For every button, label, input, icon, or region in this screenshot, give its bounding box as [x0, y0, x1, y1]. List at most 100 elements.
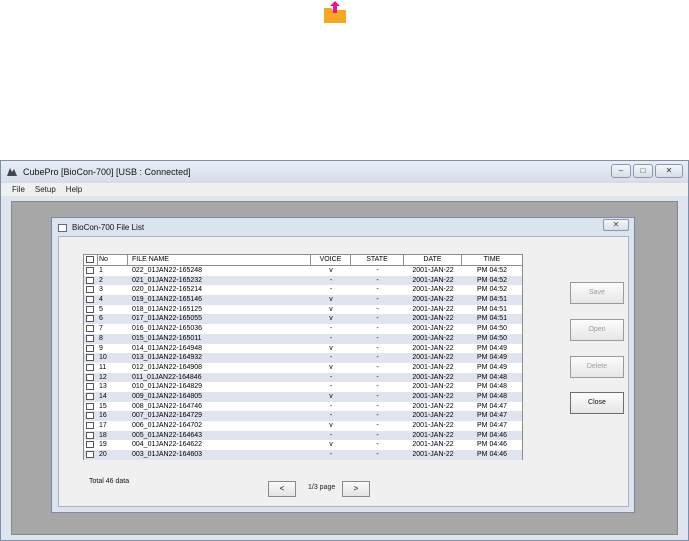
table-row[interactable]: 2 021_01JAN22-165232 - - 2001-JAN-22 PM 04:52 — [84, 275, 522, 286]
row-state: - — [376, 354, 379, 362]
table-row[interactable]: 14 009_01JAN22-164805 v - 2001-JAN-22 PM 04:4… — [84, 391, 522, 402]
row-checkbox[interactable] — [84, 431, 98, 441]
row-no: 5 — [99, 305, 103, 313]
table-row[interactable]: 20 003_01JAN22-164603 - - 2001-JAN-22 PM 04:4… — [84, 450, 522, 460]
menu-file[interactable]: File — [12, 183, 25, 196]
table-row[interactable]: 10 013_01JAN22-164932 - - 2001-JAN-22 PM 04:4… — [84, 353, 522, 363]
folder-upload-icon[interactable] — [323, 0, 347, 24]
row-time: PM 04:46 — [477, 441, 507, 449]
row-checkbox[interactable] — [84, 305, 98, 315]
row-checkbox[interactable] — [84, 276, 98, 286]
next-page-button[interactable]: > — [342, 481, 370, 497]
header-state[interactable]: STATE — [351, 255, 404, 265]
row-state: - — [376, 431, 379, 439]
row-no: 4 — [99, 296, 103, 304]
row-state: - — [376, 305, 379, 313]
prev-page-button[interactable]: < — [268, 481, 296, 497]
row-time: PM 04:46 — [477, 451, 507, 459]
row-date: 2001-JAN-22 — [412, 392, 454, 400]
row-checkbox[interactable] — [84, 440, 98, 450]
file-list-dialog: BioCon-700 File List ✕ No FILE NAME VOIC… — [51, 217, 635, 513]
select-all-checkbox[interactable] — [84, 255, 98, 265]
close-window-button[interactable]: ✕ — [655, 164, 683, 178]
row-no: 15 — [99, 402, 107, 410]
row-file-name: 018_01JAN22-165125 — [132, 305, 203, 313]
table-row[interactable]: 8 015_01JAN22-165011 - - 2001-JAN-22 PM 04:50 — [84, 333, 522, 344]
row-date: 2001-JAN-22 — [412, 334, 454, 342]
row-state: - — [376, 315, 379, 323]
delete-button[interactable]: Delete — [570, 356, 624, 378]
row-state: - — [376, 451, 379, 459]
row-state: - — [376, 276, 379, 284]
row-state: - — [376, 441, 379, 449]
row-file-name: 008_01JAN22-164746 — [132, 402, 203, 410]
row-checkbox[interactable] — [84, 334, 98, 344]
row-checkbox[interactable] — [84, 285, 98, 295]
row-time: PM 04:51 — [477, 296, 507, 304]
menu-setup[interactable]: Setup — [35, 183, 56, 196]
table-row[interactable]: 4 019_01JAN22-165146 v - 2001-JAN-22 PM 04:51 — [84, 295, 522, 305]
close-dialog-button[interactable]: Close — [570, 392, 624, 414]
row-time: PM 04:50 — [477, 325, 507, 333]
table-row[interactable]: 13 010_01JAN22-164829 - - 2001-JAN-22 PM 04:4… — [84, 382, 522, 392]
row-checkbox[interactable] — [84, 266, 98, 276]
table-row[interactable]: 1 022_01JAN22-165248 v - 2001-JAN-22 PM 04:52 — [84, 266, 522, 276]
dialog-close-button[interactable]: ✕ — [603, 219, 629, 231]
maximize-button[interactable]: □ — [633, 164, 653, 178]
row-checkbox[interactable] — [84, 353, 98, 363]
row-checkbox[interactable] — [84, 411, 98, 421]
row-checkbox[interactable] — [84, 382, 98, 392]
row-checkbox[interactable] — [84, 392, 98, 402]
row-voice: - — [329, 431, 333, 439]
header-date[interactable]: DATE — [404, 255, 462, 265]
table-row[interactable]: 3 020_01JAN22-165214 - - 2001-JAN-22 PM 04:52 — [84, 285, 522, 295]
row-voice: - — [329, 286, 333, 294]
header-time[interactable]: TIME — [462, 255, 522, 265]
row-file-name: 021_01JAN22-165232 — [132, 276, 203, 284]
row-voice: - — [329, 412, 333, 420]
table-row[interactable]: 17 006_01JAN22-164702 v - 2001-JAN-22 PM 04:4… — [84, 421, 522, 431]
row-no: 7 — [99, 325, 103, 333]
row-file-name: 004_01JAN22-164622 — [132, 441, 203, 449]
table-row[interactable]: 12 011_01JAN22-164846 - - 2001-JAN-22 PM 04:4… — [84, 372, 522, 383]
table-row[interactable]: 6 017_01JAN22-165055 v - 2001-JAN-22 PM 04:51 — [84, 314, 522, 325]
row-checkbox[interactable] — [84, 363, 98, 373]
row-state: - — [376, 373, 379, 381]
row-checkbox[interactable] — [84, 421, 98, 431]
table-row[interactable]: 15 008_01JAN22-164746 - - 2001-JAN-22 PM 04:4… — [84, 402, 522, 412]
header-no[interactable]: No — [98, 255, 128, 265]
row-time: PM 04:52 — [477, 267, 507, 274]
row-checkbox[interactable] — [84, 295, 98, 305]
open-button[interactable]: Open — [570, 319, 624, 341]
row-no: 13 — [99, 383, 107, 391]
row-time: PM 04:46 — [477, 431, 507, 439]
row-checkbox[interactable] — [84, 344, 98, 354]
menu-help[interactable]: Help — [66, 183, 82, 196]
table-row[interactable]: 9 014_01JAN22-164948 v - 2001-JAN-22 PM 04:49 — [84, 344, 522, 354]
row-file-name: 015_01JAN22-165011 — [132, 334, 202, 342]
table-row[interactable]: 7 016_01JAN22-165036 - - 2001-JAN-22 PM 04:50 — [84, 324, 522, 334]
row-no: 20 — [99, 451, 107, 459]
minimize-button[interactable]: – — [611, 164, 631, 178]
row-state: - — [376, 363, 379, 371]
row-file-name: 019_01JAN22-165146 — [132, 296, 203, 304]
table-row[interactable]: 11 012_01JAN22-164908 v - 2001-JAN-22 PM 04:4… — [84, 363, 522, 373]
table-row[interactable]: 16 007_01JAN22-164729 - - 2001-JAN-22 PM 04:4… — [84, 411, 522, 421]
row-checkbox[interactable] — [84, 450, 98, 460]
row-checkbox[interactable] — [84, 373, 98, 383]
table-row[interactable]: 18 005_01JAN22-164643 - - 2001-JAN-22 PM 04:4… — [84, 430, 522, 441]
row-checkbox[interactable] — [84, 314, 98, 324]
row-checkbox[interactable] — [84, 324, 98, 334]
row-date: 2001-JAN-22 — [412, 325, 454, 333]
table-row[interactable]: 5 018_01JAN22-165125 v - 2001-JAN-22 PM 04:51 — [84, 305, 522, 315]
header-voice[interactable]: VOICE — [311, 255, 351, 265]
header-file-name[interactable]: FILE NAME — [128, 255, 311, 265]
row-voice: - — [329, 383, 333, 391]
row-checkbox[interactable] — [84, 402, 98, 412]
row-voice: v — [329, 363, 333, 371]
table-row[interactable]: 19 004_01JAN22-164622 v - 2001-JAN-22 PM 04:4… — [84, 440, 522, 450]
row-no: 12 — [99, 373, 107, 381]
title-bar: CubePro [BioCon-700] [USB : Connected] –… — [1, 161, 688, 183]
save-button[interactable]: Save — [570, 282, 624, 304]
row-no: 3 — [99, 286, 103, 294]
